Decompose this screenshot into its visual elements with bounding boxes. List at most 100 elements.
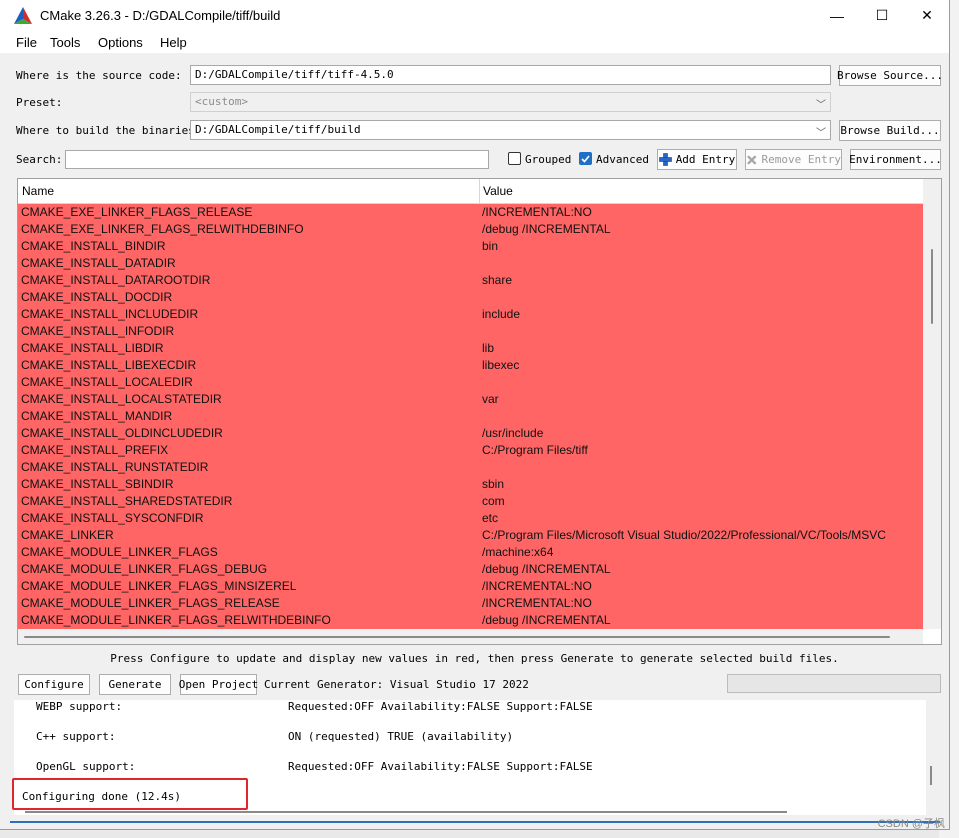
environment-button[interactable]: Environment... — [849, 149, 942, 170]
table-row[interactable]: CMAKE_EXE_LINKER_FLAGS_RELWITHDEBINFO/de… — [18, 221, 923, 238]
cache-entry-value[interactable]: C:/Program Files/tiff — [482, 443, 588, 457]
chevron-down-icon[interactable]: ﹀ — [816, 124, 826, 139]
cache-entry-value[interactable]: /machine:x64 — [482, 545, 553, 559]
output-horizontal-scrollbar-thumb[interactable] — [25, 811, 787, 813]
table-row[interactable]: CMAKE_LINKER C:/Program Files/Microsoft V… — [18, 527, 923, 544]
grouped-checkbox[interactable] — [508, 152, 521, 165]
cache-entry-value[interactable]: lib — [482, 341, 494, 355]
source-path-field[interactable]: D:/GDALCompile/tiff/tiff-4.5.0 — [190, 65, 831, 85]
table-row[interactable]: CMAKE_INSTALL_RUNSTATEDIR — [18, 459, 923, 476]
table-row[interactable]: CMAKE_INSTALL_DATADIR — [18, 255, 923, 272]
column-header-name[interactable]: Name — [22, 184, 54, 198]
table-row[interactable]: CMAKE_INSTALL_LOCALSTATEDIR var — [18, 391, 923, 408]
cache-entry-value[interactable]: com — [482, 494, 505, 508]
minimize-button[interactable]: — — [814, 0, 860, 31]
cache-entry-name: CMAKE_INSTALL_LOCALSTATEDIR — [21, 392, 222, 406]
table-row[interactable]: CMAKE_INSTALL_PREFIX C:/Program Files/tif… — [18, 442, 923, 459]
table-row[interactable]: CMAKE_MODULE_LINKER_FLAGS_DEBUG/debug /I… — [18, 561, 923, 578]
table-row[interactable]: CMAKE_INSTALL_MANDIR — [18, 408, 923, 425]
plus-icon — [658, 153, 672, 166]
preset-combo: <custom> ﹀ — [190, 92, 831, 112]
cache-entry-value[interactable]: include — [482, 307, 520, 321]
remove-entry-label: Remove Entry — [761, 153, 841, 166]
table-row[interactable]: CMAKE_INSTALL_LOCALEDIR — [18, 374, 923, 391]
output-scrollbar-thumb[interactable] — [930, 766, 932, 785]
cache-entry-value[interactable]: /INCREMENTAL:NO — [482, 205, 592, 219]
cache-entry-name: CMAKE_INSTALL_RUNSTATEDIR — [21, 460, 209, 474]
cache-entry-value[interactable]: libexec — [482, 358, 519, 372]
table-row[interactable]: CMAKE_INSTALL_OLDINCLUDEDIR/usr/include — [18, 425, 923, 442]
menu-options[interactable]: Options — [98, 35, 143, 50]
cache-entry-value[interactable]: C:/Program Files/Microsoft Visual Studio… — [482, 528, 886, 542]
cache-entry-value[interactable]: etc — [482, 511, 498, 525]
table-row[interactable]: CMAKE_INSTALL_BINDIR bin — [18, 238, 923, 255]
scrollbar-thumb[interactable] — [24, 636, 890, 638]
table-row[interactable]: CMAKE_INSTALL_INCLUDEDIR include — [18, 306, 923, 323]
cache-entry-value[interactable]: /debug /INCREMENTAL — [482, 562, 611, 576]
table-row[interactable]: CMAKE_MODULE_LINKER_FLAGS_RELEASE/INCREM… — [18, 595, 923, 612]
advanced-checkbox[interactable] — [579, 152, 592, 165]
table-row[interactable]: CMAKE_MODULE_LINKER_FLAGS_RELWITHDEBINFO… — [18, 612, 923, 629]
preset-value: <custom> — [195, 95, 248, 108]
advanced-label[interactable]: Advanced — [596, 153, 649, 166]
grouped-label[interactable]: Grouped — [525, 153, 571, 166]
table-row[interactable]: CMAKE_INSTALL_INFODIR — [18, 323, 923, 340]
add-entry-label: Add Entry — [675, 153, 736, 166]
cache-entry-value[interactable]: share — [482, 273, 512, 287]
table-row[interactable]: CMAKE_MODULE_LINKER_FLAGS/machine:x64 — [18, 544, 923, 561]
table-row[interactable]: CMAKE_INSTALL_SBINDIR sbin — [18, 476, 923, 493]
column-header-value[interactable]: Value — [483, 184, 513, 198]
configure-button[interactable]: Configure — [18, 674, 90, 695]
search-input[interactable] — [65, 150, 489, 169]
maximize-button[interactable]: ☐ — [859, 0, 905, 31]
cache-entry-value[interactable]: bin — [482, 239, 498, 253]
cache-entry-name: CMAKE_INSTALL_DATADIR — [21, 256, 176, 270]
checkmark-icon — [581, 155, 590, 163]
scrollbar-thumb[interactable] — [931, 249, 933, 324]
search-label: Search: — [16, 153, 63, 166]
log-value: Requested:OFF Availability:FALSE Support… — [288, 700, 593, 713]
cache-table: Name Value CMAKE_EXE_LINKER_FLAGS_RELEAS… — [17, 178, 942, 645]
close-button[interactable]: ✕ — [904, 0, 950, 31]
cache-entry-value[interactable]: /debug /INCREMENTAL — [482, 613, 611, 627]
table-horizontal-scrollbar[interactable] — [18, 629, 923, 644]
table-row[interactable]: CMAKE_INSTALL_LIBDIR lib — [18, 340, 923, 357]
browse-source-button[interactable]: Browse Source... — [837, 65, 943, 86]
cache-entry-value[interactable]: sbin — [482, 477, 504, 491]
menu-tools[interactable]: Tools — [50, 35, 80, 50]
browse-build-button[interactable]: Browse Build... — [839, 120, 941, 141]
table-row[interactable]: CMAKE_EXE_LINKER_FLAGS_RELEASE/INCREMENT… — [18, 204, 923, 221]
log-value: ON (requested) TRUE (availability) — [288, 730, 514, 743]
cache-entry-name: CMAKE_INSTALL_SHAREDSTATEDIR — [21, 494, 233, 508]
table-row[interactable]: CMAKE_INSTALL_SHAREDSTATEDIR com — [18, 493, 923, 510]
cache-entry-value[interactable]: /usr/include — [482, 426, 543, 440]
preset-label: Preset: — [16, 96, 63, 109]
cache-entry-value[interactable]: /INCREMENTAL:NO — [482, 579, 592, 593]
cache-entry-value[interactable]: var — [482, 392, 499, 406]
open-project-button[interactable]: Open Project — [179, 674, 258, 695]
cache-entry-value[interactable]: /INCREMENTAL:NO — [482, 596, 592, 610]
cache-entry-name: CMAKE_INSTALL_SBINDIR — [21, 477, 174, 491]
progress-bar — [727, 674, 941, 693]
table-row[interactable]: CMAKE_INSTALL_DATAROOTDIR share — [18, 272, 923, 289]
menu-file[interactable]: File — [16, 35, 37, 50]
cache-entry-value[interactable]: /debug /INCREMENTAL — [482, 222, 611, 236]
cache-entry-name: CMAKE_INSTALL_INCLUDEDIR — [21, 307, 199, 321]
cache-entry-name: CMAKE_LINKER — [21, 528, 114, 542]
table-row[interactable]: CMAKE_INSTALL_SYSCONFDIR etc — [18, 510, 923, 527]
menu-help[interactable]: Help — [160, 35, 187, 50]
table-row[interactable]: CMAKE_INSTALL_DOCDIR — [18, 289, 923, 306]
cache-entry-name: CMAKE_MODULE_LINKER_FLAGS_RELWITHDEBINFO — [21, 613, 331, 627]
generate-button[interactable]: Generate — [99, 674, 171, 695]
cache-entry-name: CMAKE_MODULE_LINKER_FLAGS_DEBUG — [21, 562, 268, 576]
table-row[interactable]: CMAKE_MODULE_LINKER_FLAGS_MINSIZEREL/INC… — [18, 578, 923, 595]
add-entry-button[interactable]: Add Entry — [657, 149, 737, 170]
window-bottom-accent — [10, 821, 940, 823]
table-row[interactable]: CMAKE_INSTALL_LIBEXECDIR libexec — [18, 357, 923, 374]
cache-entry-name: CMAKE_INSTALL_DATAROOTDIR — [21, 273, 211, 287]
build-path-value: D:/GDALCompile/tiff/build — [195, 123, 361, 136]
menu-bar: File Tools Options Help — [0, 31, 949, 53]
table-vertical-scrollbar[interactable] — [923, 179, 941, 629]
cache-entry-name: CMAKE_INSTALL_MANDIR — [21, 409, 173, 423]
build-path-combo[interactable]: D:/GDALCompile/tiff/build ﹀ — [190, 120, 831, 140]
